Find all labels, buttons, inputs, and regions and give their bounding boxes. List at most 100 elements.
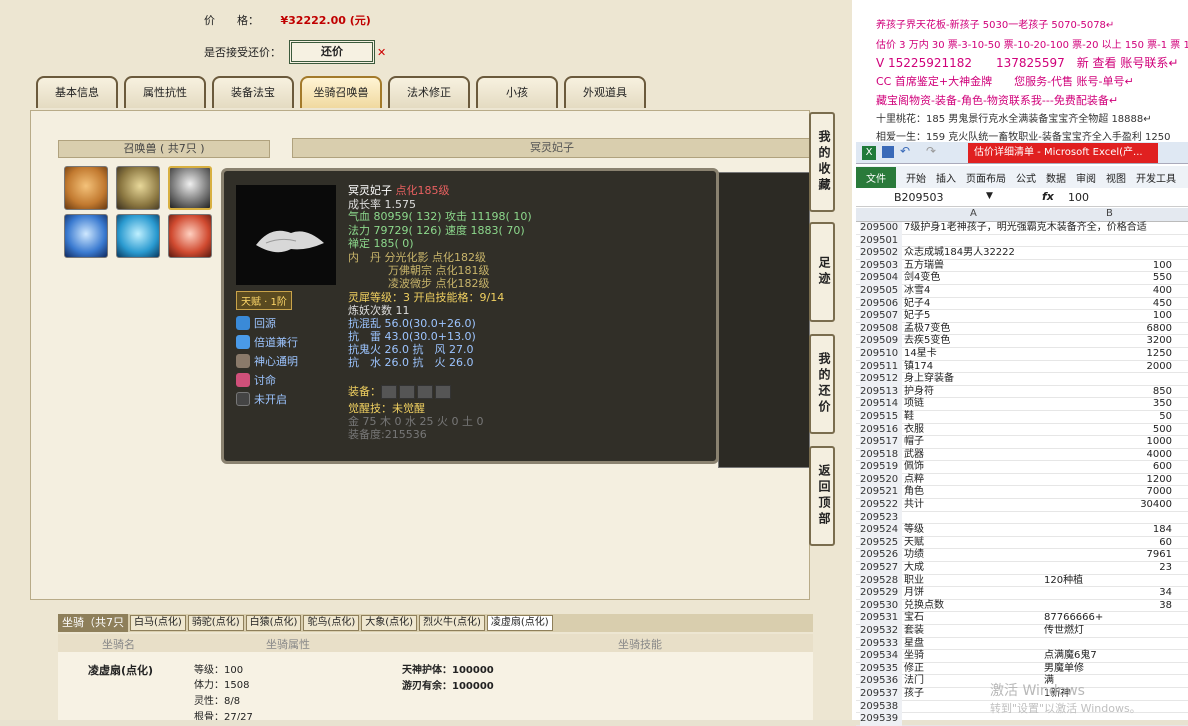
tab-child[interactable]: 小孩 [476, 76, 558, 108]
cell-a[interactable]: 坐骑 [904, 650, 924, 663]
sheet-row[interactable]: 209519 佩饰 600 [856, 461, 1188, 474]
row-number[interactable]: 209531 [860, 612, 902, 625]
cell-a[interactable]: 镇174 [904, 361, 933, 374]
row-number[interactable]: 209503 [860, 259, 902, 273]
save-icon[interactable] [882, 146, 894, 158]
row-number[interactable]: 209537 [860, 687, 902, 701]
name-box-dropdown-icon[interactable]: ▼ [986, 191, 993, 201]
sheet-row[interactable]: 209501 [856, 234, 1188, 248]
cell-b[interactable]: 450 [1042, 298, 1172, 311]
pet-thumb[interactable] [168, 214, 212, 258]
sheet-row[interactable]: 209517 帽子 1000 [856, 436, 1188, 449]
cell-a[interactable]: 妃子5 [904, 310, 930, 323]
sheet-row[interactable]: 209527 大成 23 [856, 562, 1188, 575]
cell-a[interactable]: 佩饰 [904, 461, 924, 474]
row-number[interactable]: 209500 [860, 222, 902, 235]
cell-b[interactable]: 7961 [1042, 549, 1172, 562]
row-number[interactable]: 209520 [860, 473, 902, 487]
cell-b[interactable]: 600 [1042, 461, 1172, 474]
cell-a[interactable]: 护身符 [904, 386, 934, 399]
cell-b[interactable]: 34 [1042, 587, 1172, 600]
sheet-row[interactable]: 209512 身上穿装备 [856, 373, 1188, 386]
ribbon-tab-view[interactable]: 视图 [1106, 170, 1126, 185]
pet-thumb[interactable] [64, 166, 108, 210]
row-number[interactable]: 209538 [860, 700, 902, 714]
tab-spell-mod[interactable]: 法术修正 [388, 76, 470, 108]
row-number[interactable]: 209504 [860, 272, 902, 285]
undo-icon[interactable]: ↶ [900, 144, 910, 158]
mount-tab-active[interactable]: 凌虚扇(点化) [486, 615, 553, 631]
cell-a[interactable]: 修正 [904, 663, 924, 676]
sheet-row[interactable]: 209509 去疾5变色 3200 [856, 335, 1188, 348]
sheet-row[interactable]: 209528 职业 120种植 [856, 574, 1188, 588]
cell-b[interactable]: 23 [1042, 562, 1172, 575]
cell-b[interactable]: 2000 [1042, 361, 1172, 374]
cell-a[interactable]: 孩子 [904, 688, 924, 701]
favorites-button[interactable]: 我的收藏 [809, 112, 835, 212]
cell-b[interactable]: 550 [1042, 272, 1172, 285]
sheet-row[interactable]: 209507 妃子5 100 [856, 310, 1188, 323]
cell-b[interactable]: 1250 [1042, 348, 1172, 361]
back-to-top-button[interactable]: 返回顶部 [809, 446, 835, 546]
mount-tab[interactable]: 大象(点化) [361, 615, 418, 631]
row-number[interactable]: 209508 [860, 322, 902, 336]
cell-b[interactable]: 30400 [1042, 499, 1172, 512]
mount-tab[interactable]: 骑驼(点化) [187, 615, 244, 631]
cell-a[interactable]: 月饼 [904, 587, 924, 600]
sheet-row[interactable]: 209530 兑换点数 38 [856, 599, 1188, 613]
ribbon-tab-home[interactable]: 开始 [906, 170, 926, 185]
column-b-header[interactable]: B [1106, 208, 1113, 219]
sheet-row[interactable]: 209504 剑4变色 550 [856, 272, 1188, 285]
row-number[interactable]: 209501 [860, 234, 902, 248]
cell-a[interactable]: 星盘 [904, 638, 924, 651]
cell-a[interactable]: 点粹 [904, 474, 924, 487]
cell-b[interactable]: 120种植 [1044, 575, 1083, 588]
close-icon[interactable]: ✕ [377, 46, 386, 59]
cell-b[interactable]: 60 [1042, 537, 1172, 550]
pet-thumb[interactable] [168, 166, 212, 210]
row-number[interactable]: 209512 [860, 373, 902, 386]
cell-b[interactable]: 850 [1042, 386, 1172, 399]
cell-b[interactable]: 500 [1042, 424, 1172, 437]
cell-a[interactable]: 角色 [904, 486, 924, 499]
sheet-row[interactable]: 209522 共计 30400 [856, 499, 1188, 512]
mount-tab[interactable]: 白马(点化) [130, 615, 186, 631]
ribbon-tab-review[interactable]: 审阅 [1076, 170, 1096, 185]
ribbon-tab-insert[interactable]: 插入 [936, 170, 956, 185]
row-number[interactable]: 209534 [860, 650, 902, 663]
cell-b[interactable]: 100 [1042, 310, 1172, 323]
sheet-row[interactable]: 209526 功绩 7961 [856, 549, 1188, 563]
row-number[interactable]: 209532 [860, 625, 902, 638]
sheet-row[interactable]: 209515 鞋 50 [856, 410, 1188, 424]
cell-a[interactable]: 衣服 [904, 424, 924, 437]
row-number[interactable]: 209511 [860, 360, 902, 374]
row-number[interactable]: 209528 [860, 574, 902, 588]
sheet-row[interactable]: 209520 点粹 1200 [856, 473, 1188, 487]
tab-basic-info[interactable]: 基本信息 [36, 76, 118, 108]
ribbon-tab-page-layout[interactable]: 页面布局 [966, 170, 1006, 185]
sheet-row[interactable]: 209534 坐骑 点满魔6鬼7 [856, 650, 1188, 663]
cell-a[interactable]: 宝石 [904, 612, 924, 625]
sheet-row[interactable]: 209510 14星卡 1250 [856, 347, 1188, 361]
mount-tab[interactable]: 烈火牛(点化) [419, 615, 485, 631]
cell-b[interactable]: 184 [1042, 524, 1172, 537]
cell-a[interactable]: 项链 [904, 398, 924, 411]
row-number[interactable]: 209525 [860, 536, 902, 550]
sheet-row[interactable]: 209505 冰雪4 400 [856, 284, 1188, 298]
cell-a[interactable]: 天赋 [904, 537, 924, 550]
sheet-row[interactable]: 209511 镇174 2000 [856, 360, 1188, 374]
cell-b[interactable]: 350 [1042, 398, 1172, 411]
sheet-grid[interactable]: 209500 7级护身1老神孩子，明光强霸克木装备齐全，价格合适 209501 209… [856, 222, 1188, 726]
cell-a[interactable]: 去疾5变色 [904, 335, 950, 348]
cell-a[interactable]: 鞋 [904, 411, 914, 424]
sheet-row[interactable]: 209531 宝石 87766666+ [856, 612, 1188, 625]
row-number[interactable]: 209509 [860, 335, 902, 348]
cell-a[interactable]: 共计 [904, 499, 924, 512]
row-number[interactable]: 209515 [860, 410, 902, 424]
row-number[interactable]: 209510 [860, 347, 902, 361]
sheet-row[interactable]: 209502 众志成城184男人32222 [856, 247, 1188, 260]
cell-b[interactable]: 7000 [1042, 486, 1172, 499]
cell-a[interactable]: 众志成城184男人32222 [904, 247, 1015, 260]
cell-b[interactable]: 400 [1042, 285, 1172, 298]
cell-b[interactable]: 传世燃灯 [1044, 625, 1084, 638]
